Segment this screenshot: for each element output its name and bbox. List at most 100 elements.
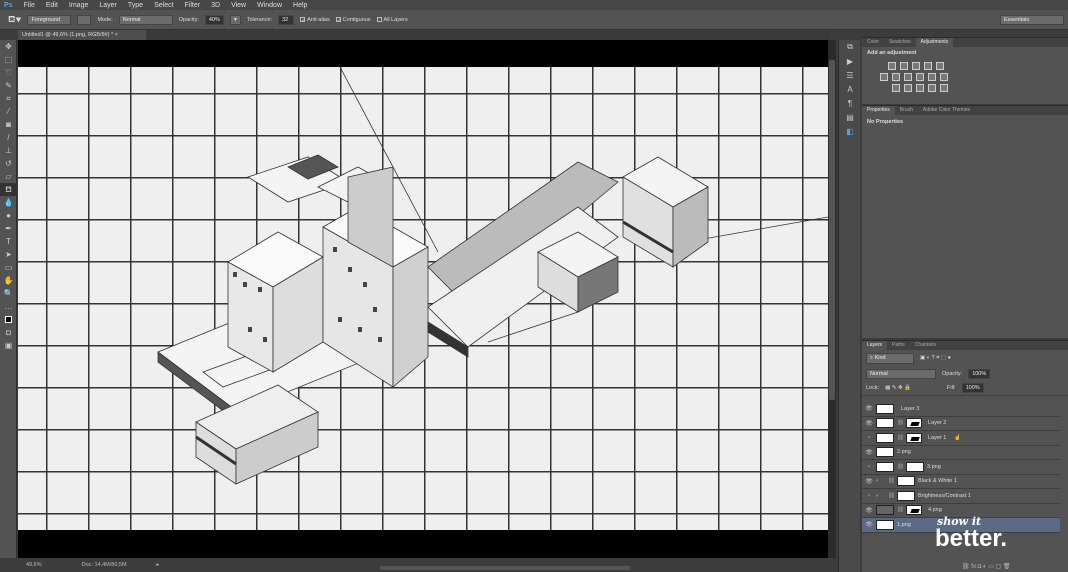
layer-row[interactable]: 👁 ⛓ Layer 2 — [862, 416, 1060, 431]
hidden-eye-icon[interactable]: ▫ — [862, 464, 876, 470]
blend-mode-select[interactable]: Normal — [866, 369, 936, 379]
paragraph-panel-icon[interactable]: ¶ — [839, 96, 861, 110]
tab-swatches[interactable]: Swatches — [884, 38, 916, 47]
hidden-eye-icon[interactable]: ▫ — [862, 435, 876, 441]
screen-mode-icon[interactable]: ▣ — [0, 339, 17, 352]
black-white-icon[interactable] — [904, 73, 912, 81]
path-select-tool-icon[interactable]: ➤ — [0, 248, 17, 261]
document-tab[interactable]: Untitled1 @ 49,6% (1.png, RGB/8#) * × — [18, 30, 146, 40]
eye-icon[interactable]: 👁 — [862, 449, 876, 456]
lock-icons[interactable]: ▦ ✎ ✥ 🔒 — [885, 385, 911, 391]
brush-tool-icon[interactable]: / — [0, 131, 17, 144]
menu-file[interactable]: File — [24, 2, 35, 9]
pen-tool-icon[interactable]: ✒ — [0, 222, 17, 235]
exposure-icon[interactable] — [924, 62, 932, 70]
layer-row[interactable]: 👁 ◐ ⛓ Black & White 1 — [862, 474, 1060, 489]
lasso-tool-icon[interactable]: ➰ — [0, 66, 17, 79]
invert-icon[interactable] — [892, 84, 900, 92]
selective-color-icon[interactable] — [928, 84, 936, 92]
hue-saturation-icon[interactable] — [880, 73, 888, 81]
tab-properties[interactable]: Properties — [862, 106, 895, 115]
photo-filter-icon[interactable] — [916, 73, 924, 81]
tab-brush[interactable]: Brush — [895, 106, 918, 115]
blur-tool-icon[interactable]: 💧 — [0, 196, 17, 209]
eye-icon[interactable]: 👁 — [862, 521, 876, 528]
layer-filter-select[interactable]: ⌕ Kind — [866, 353, 914, 364]
eyedropper-tool-icon[interactable]: ⁄ — [0, 105, 17, 118]
canvas-area[interactable] — [18, 40, 828, 558]
menu-3d[interactable]: 3D — [211, 2, 220, 9]
menu-view[interactable]: View — [231, 2, 246, 9]
status-menu-arrow-icon[interactable]: ▸ — [157, 562, 160, 568]
threshold-icon[interactable] — [916, 84, 924, 92]
layer-row[interactable]: 👁 2.png — [862, 445, 1060, 460]
tab-adjustments[interactable]: Adjustments — [915, 38, 954, 47]
paint-bucket-tool-icon[interactable]: ⛾ — [0, 183, 17, 196]
eye-icon[interactable]: 👁 — [862, 405, 876, 412]
properties-panel-icon[interactable]: ☰ — [839, 68, 861, 82]
quick-mask-icon[interactable]: ◘ — [0, 326, 17, 339]
hidden-eye-icon[interactable]: ▫ — [862, 493, 876, 499]
crop-tool-icon[interactable]: ⌗ — [0, 92, 17, 105]
fill-source-select[interactable]: Foreground — [27, 14, 72, 25]
menu-filter[interactable]: Filter — [185, 2, 201, 9]
eye-icon[interactable]: 👁 — [862, 478, 876, 485]
workspace-select[interactable]: Essentials — [1000, 15, 1064, 25]
tab-layers[interactable]: Layers — [862, 341, 888, 350]
tab-adobe-color-themes[interactable]: Adobe Color Themes — [918, 106, 975, 115]
color-balance-icon[interactable] — [892, 73, 900, 81]
gradient-map-icon[interactable] — [940, 84, 948, 92]
tab-paths[interactable]: Paths — [887, 341, 910, 350]
stamp-tool-icon[interactable]: ⊥ — [0, 144, 17, 157]
zoom-level[interactable]: 49,6% — [26, 562, 42, 568]
tab-color[interactable]: Color — [862, 38, 884, 47]
color-lookup-icon[interactable] — [940, 73, 948, 81]
all-layers-checkbox[interactable]: All Layers — [376, 17, 408, 23]
curves-icon[interactable] — [912, 62, 920, 70]
brightness-icon[interactable] — [888, 62, 896, 70]
layer-row[interactable]: ▫ ⛓ 3.png — [862, 460, 1060, 475]
type-tool-icon[interactable]: T — [0, 235, 17, 248]
vibrance-icon[interactable] — [936, 62, 944, 70]
marquee-tool-icon[interactable]: ⬚ — [0, 53, 17, 66]
vertical-scroll-thumb[interactable] — [829, 60, 835, 400]
posterize-icon[interactable] — [904, 84, 912, 92]
anti-alias-checkbox[interactable]: ✓Anti-alias — [300, 17, 330, 24]
more-tools-icon[interactable]: … — [0, 300, 17, 313]
layer-footer-icons[interactable]: ⛓ fx ◘ ◐ ▭ ▢ 🗑 — [962, 563, 1011, 570]
move-tool-icon[interactable]: ✥ — [0, 40, 17, 53]
zoom-tool-icon[interactable]: 🔍 — [0, 287, 17, 300]
actions-panel-icon[interactable]: ▶ — [839, 54, 861, 68]
levels-icon[interactable] — [900, 62, 908, 70]
hand-tool-icon[interactable]: ✋ — [0, 274, 17, 287]
canvas-image[interactable] — [18, 67, 828, 530]
notes-panel-icon[interactable]: ▤ — [839, 110, 861, 124]
opacity-input[interactable]: 40% — [204, 14, 224, 25]
color-swatches-icon[interactable] — [0, 313, 17, 326]
character-panel-icon[interactable]: A — [839, 82, 861, 96]
horizontal-scroll-thumb[interactable] — [380, 566, 630, 570]
menu-layer[interactable]: Layer — [99, 2, 117, 9]
contiguous-checkbox[interactable]: ✓Contiguous — [335, 17, 371, 24]
layer-row[interactable]: ▫ ◐ ⛓ Brightness/Contrast 1 — [862, 489, 1060, 504]
menu-type[interactable]: Type — [128, 2, 143, 9]
layer-row[interactable]: ▫ ⛓ Layer 1 ☝ — [862, 431, 1060, 446]
menu-help[interactable]: Help — [293, 2, 307, 9]
dodge-tool-icon[interactable]: ● — [0, 209, 17, 222]
fill-input[interactable]: 100% — [961, 383, 984, 393]
pattern-picker[interactable] — [77, 14, 92, 25]
history-panel-icon[interactable]: ⧉ — [839, 40, 861, 54]
eye-icon[interactable]: 👁 — [862, 420, 876, 427]
healing-tool-icon[interactable]: ◙ — [0, 118, 17, 131]
eraser-tool-icon[interactable]: ▱ — [0, 170, 17, 183]
menu-image[interactable]: Image — [69, 2, 88, 9]
history-brush-icon[interactable]: ↺ — [0, 157, 17, 170]
tab-channels[interactable]: Channels — [910, 341, 941, 350]
eye-icon[interactable]: 👁 — [862, 507, 876, 514]
layer-row[interactable]: 👁 Layer 3 — [862, 402, 1060, 417]
opacity-dropdown[interactable]: ▾ — [229, 14, 241, 25]
paint-bucket-icon[interactable]: ⛾▾ — [8, 14, 21, 26]
menu-window[interactable]: Window — [257, 2, 282, 9]
info-panel-icon[interactable]: ◧ — [839, 124, 861, 138]
menu-select[interactable]: Select — [154, 2, 173, 9]
